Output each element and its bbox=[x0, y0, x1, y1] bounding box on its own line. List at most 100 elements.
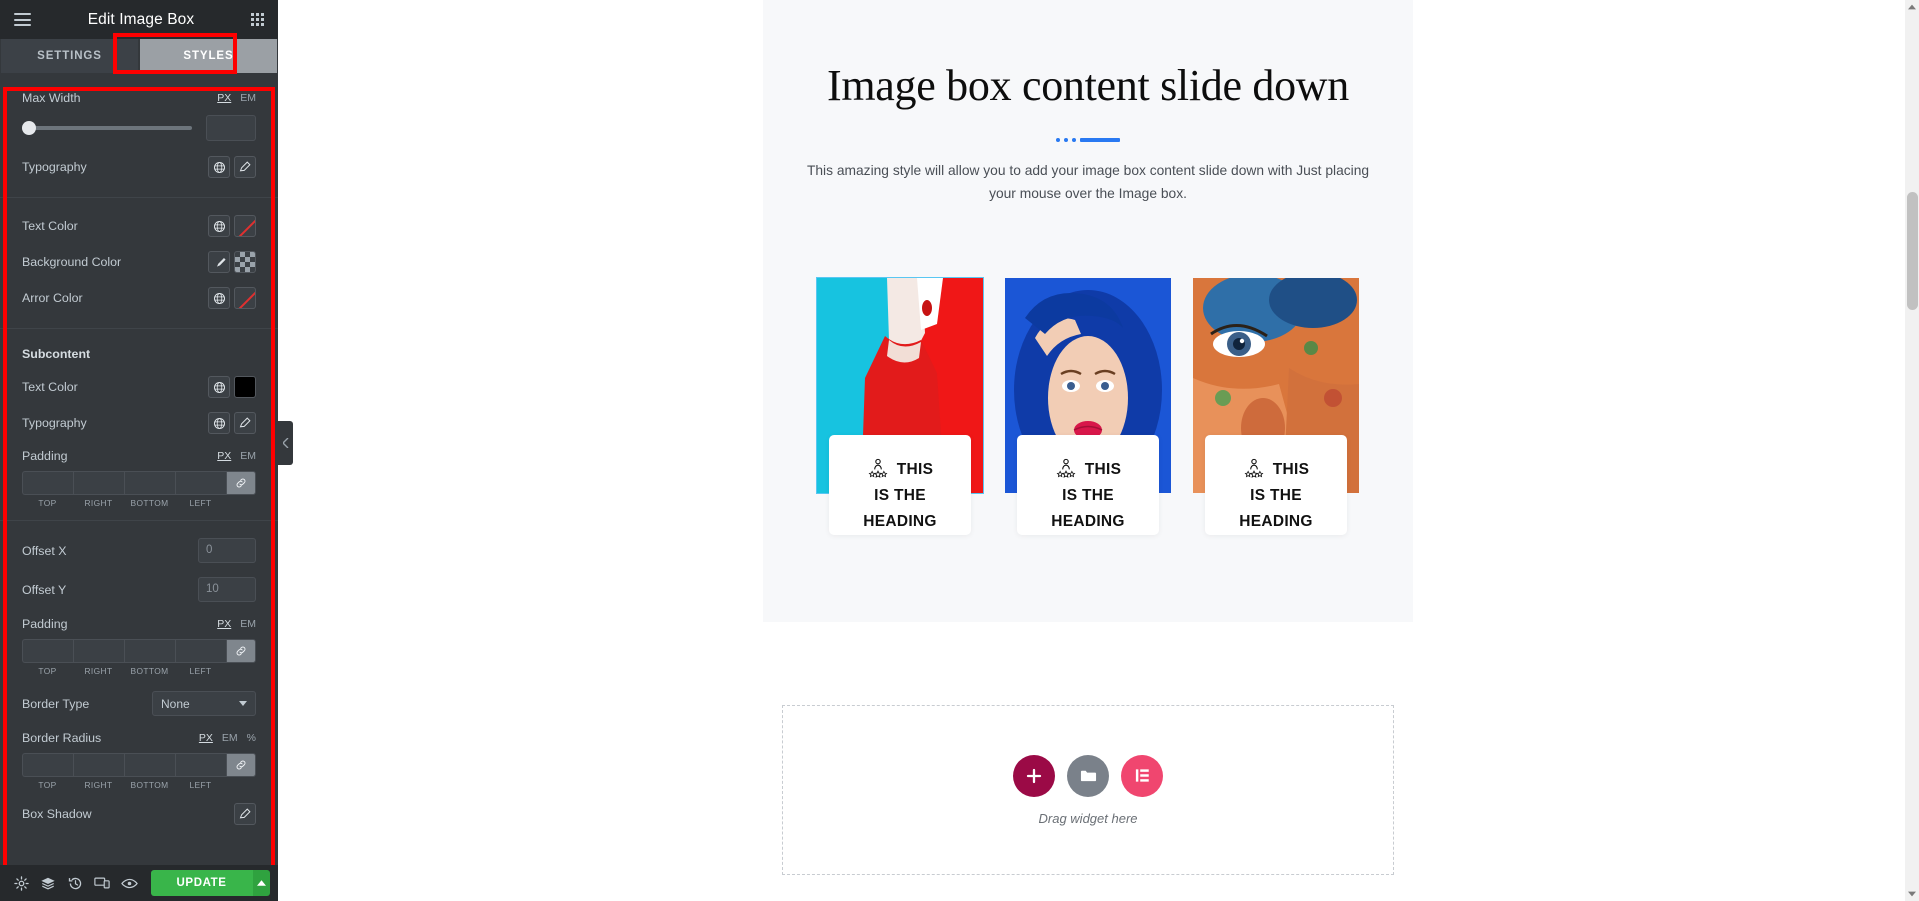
control-offset-y: Offset Y 10 bbox=[0, 570, 278, 609]
widgets-grid-icon[interactable] bbox=[250, 13, 264, 26]
unit-px[interactable]: PX bbox=[217, 618, 231, 630]
control-label: Border Radius bbox=[22, 731, 102, 745]
card-heading-row: THIS bbox=[1243, 457, 1310, 484]
divider-dot bbox=[1072, 138, 1076, 143]
panel-collapse-handle[interactable] bbox=[278, 421, 293, 465]
offset-y-input[interactable]: 10 bbox=[198, 577, 256, 602]
brush-icon[interactable] bbox=[208, 251, 230, 273]
canvas-scrollbar[interactable] bbox=[1905, 0, 1919, 901]
scroll-down-arrow-icon[interactable] bbox=[1905, 887, 1919, 901]
link-icon[interactable] bbox=[226, 471, 256, 495]
layers-icon[interactable] bbox=[35, 865, 62, 901]
heading-divider bbox=[763, 138, 1413, 143]
unit-em[interactable]: EM bbox=[240, 618, 256, 630]
page-content: Image box content slide down This amazin… bbox=[763, 0, 1413, 622]
person-stars-icon bbox=[867, 457, 889, 484]
radius-left-input[interactable] bbox=[175, 753, 226, 777]
color-swatch-none[interactable] bbox=[234, 215, 256, 237]
globe-icon[interactable] bbox=[208, 376, 230, 398]
page-title: Edit Image Box bbox=[87, 10, 195, 28]
unit-em[interactable]: EM bbox=[240, 92, 256, 104]
padding-side-labels: TOP RIGHT BOTTOM LEFT bbox=[22, 498, 256, 508]
card-overlay: THIS IS THE HEADING bbox=[829, 434, 971, 535]
color-swatch-none[interactable] bbox=[234, 287, 256, 309]
image-box-card[interactable]: THIS IS THE HEADING bbox=[1005, 277, 1171, 535]
panel-tabs: SETTINGS STYLES bbox=[0, 33, 278, 74]
unit-px[interactable]: PX bbox=[217, 92, 231, 104]
add-template-folder-button[interactable] bbox=[1067, 754, 1109, 797]
radius-bottom-input[interactable] bbox=[124, 753, 175, 777]
tab-settings[interactable]: SETTINGS bbox=[1, 39, 138, 73]
unit-switcher: PX EM bbox=[217, 92, 256, 104]
unit-em[interactable]: EM bbox=[222, 732, 238, 744]
control-label: Typography bbox=[22, 160, 87, 174]
color-buttons bbox=[208, 376, 256, 398]
padding-top-input[interactable] bbox=[22, 639, 73, 663]
link-icon[interactable] bbox=[226, 753, 256, 777]
subcontent-padding-inputs: TOP RIGHT BOTTOM LEFT bbox=[0, 471, 278, 508]
hamburger-icon[interactable] bbox=[14, 13, 31, 26]
card-overlay: THIS IS THE HEADING bbox=[1205, 434, 1347, 535]
color-swatch-black[interactable] bbox=[234, 376, 256, 398]
padding-right-input[interactable] bbox=[73, 639, 124, 663]
radius-right-input[interactable] bbox=[73, 753, 124, 777]
padding-top-input[interactable] bbox=[22, 471, 73, 495]
pencil-icon[interactable] bbox=[234, 156, 256, 178]
chevron-left-icon bbox=[282, 438, 288, 448]
max-width-slider[interactable] bbox=[22, 121, 192, 135]
elementor-k-icon bbox=[1135, 769, 1149, 782]
control-label: Max Width bbox=[22, 91, 81, 105]
padding-right-input[interactable] bbox=[73, 471, 124, 495]
update-options-chevron-up-icon[interactable] bbox=[252, 870, 270, 896]
dropzone-inner[interactable]: Drag widget here bbox=[782, 705, 1394, 875]
panel-body[interactable]: Max Width PX EM Typography Text Color Ba… bbox=[0, 73, 278, 865]
add-section-button[interactable] bbox=[1013, 754, 1055, 797]
padding-left-input[interactable] bbox=[175, 471, 226, 495]
radius-top-input[interactable] bbox=[22, 753, 73, 777]
border-type-select[interactable]: None bbox=[152, 691, 256, 716]
control-label: Text Color bbox=[22, 380, 78, 394]
image-box-card[interactable]: THIS IS THE HEADING bbox=[1193, 277, 1359, 535]
padding-bottom-input[interactable] bbox=[124, 639, 175, 663]
color-swatch-transparent[interactable] bbox=[234, 251, 256, 273]
padding-bottom-input[interactable] bbox=[124, 471, 175, 495]
preview-canvas[interactable]: Image box content slide down This amazin… bbox=[278, 0, 1919, 901]
globe-icon[interactable] bbox=[208, 215, 230, 237]
scrollbar-thumb[interactable] bbox=[1907, 192, 1918, 310]
elementor-template-button[interactable] bbox=[1121, 754, 1163, 797]
label-spacer bbox=[226, 498, 256, 508]
label-left: LEFT bbox=[189, 498, 212, 508]
control-padding: Padding PX EM bbox=[0, 609, 278, 639]
globe-icon[interactable] bbox=[208, 412, 230, 434]
slider-knob[interactable] bbox=[22, 121, 36, 135]
offset-x-input[interactable]: 0 bbox=[198, 538, 256, 563]
divider-dot bbox=[1064, 138, 1068, 143]
globe-icon[interactable] bbox=[208, 287, 230, 309]
label-top: TOP bbox=[38, 666, 57, 676]
label-bottom: BOTTOM bbox=[130, 780, 169, 790]
subcontent-heading-row: Subcontent bbox=[0, 339, 278, 369]
globe-icon[interactable] bbox=[208, 156, 230, 178]
widget-dropzone[interactable]: Drag widget here bbox=[763, 705, 1413, 875]
unit-em[interactable]: EM bbox=[240, 450, 256, 462]
unit-percent[interactable]: % bbox=[247, 732, 256, 744]
responsive-icon[interactable] bbox=[89, 865, 116, 901]
history-icon[interactable] bbox=[62, 865, 89, 901]
unit-px[interactable]: PX bbox=[199, 732, 213, 744]
tab-styles[interactable]: STYLES bbox=[140, 39, 277, 73]
control-border-type: Border Type None bbox=[0, 684, 278, 723]
control-border-radius: Border Radius PX EM % bbox=[0, 723, 278, 753]
update-button[interactable]: UPDATE bbox=[150, 870, 253, 896]
pencil-icon[interactable] bbox=[234, 412, 256, 434]
padding-left-input[interactable] bbox=[175, 639, 226, 663]
scroll-up-arrow-icon[interactable] bbox=[1905, 0, 1919, 14]
preview-eye-icon[interactable] bbox=[116, 865, 143, 901]
color-buttons bbox=[208, 251, 256, 273]
pencil-icon[interactable] bbox=[234, 803, 256, 825]
gear-icon[interactable] bbox=[8, 865, 35, 901]
section-heading: Subcontent bbox=[22, 347, 91, 361]
max-width-input[interactable] bbox=[206, 115, 256, 141]
link-icon[interactable] bbox=[226, 639, 256, 663]
image-box-card[interactable]: THIS IS THE HEADING bbox=[816, 276, 984, 535]
unit-px[interactable]: PX bbox=[217, 450, 231, 462]
